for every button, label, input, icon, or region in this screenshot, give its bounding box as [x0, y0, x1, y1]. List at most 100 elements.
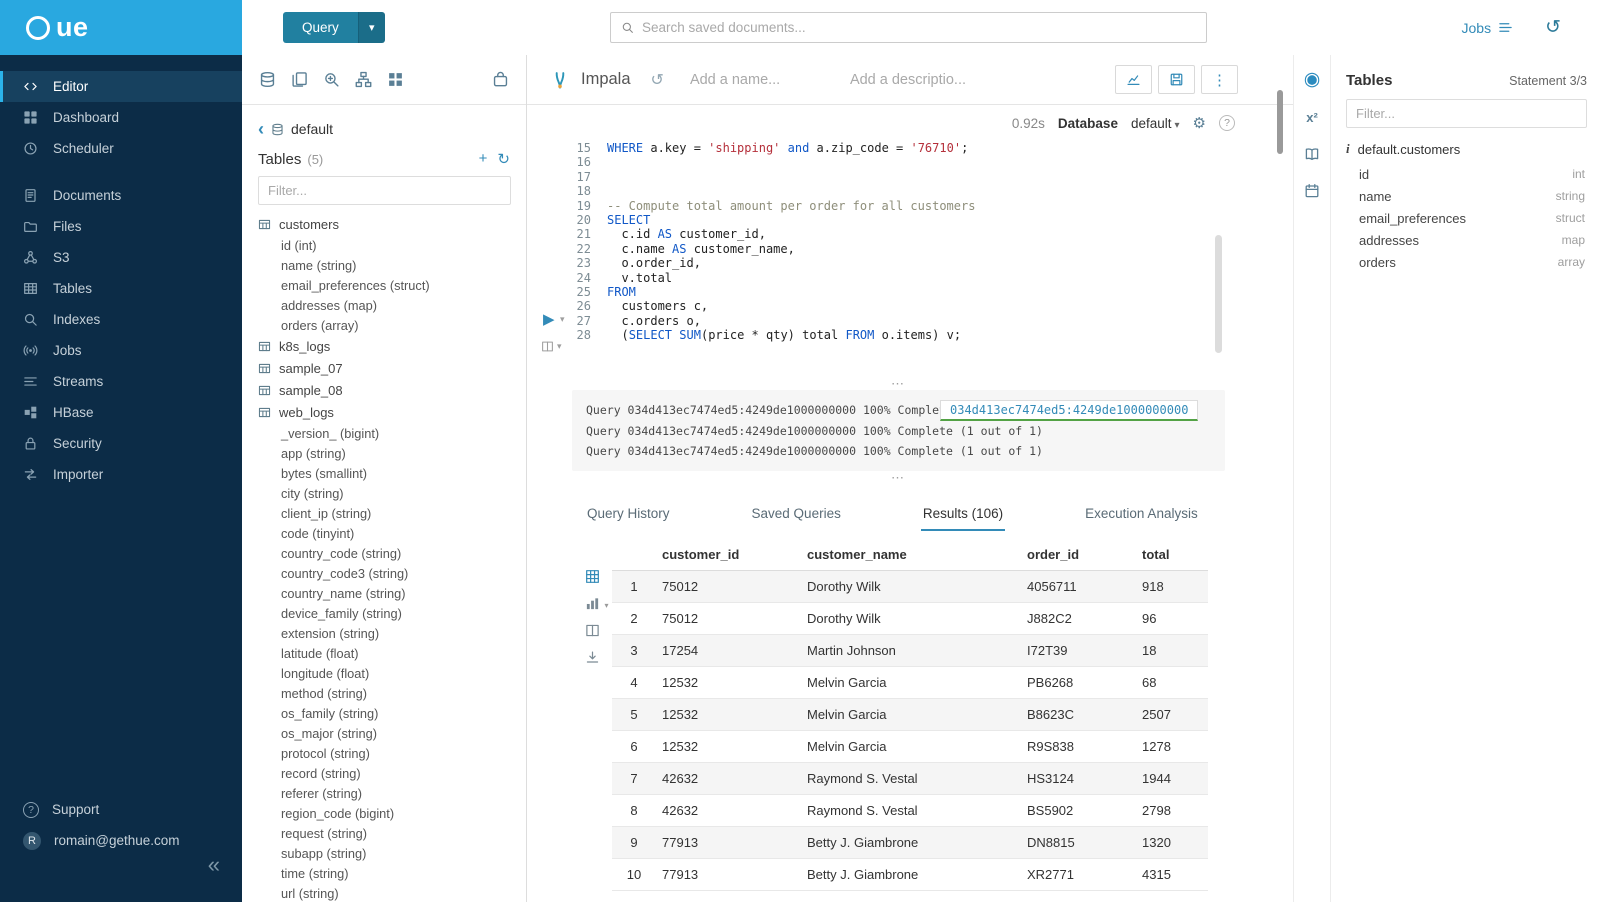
sidebar-item-editor[interactable]: Editor [0, 71, 242, 102]
chart-button[interactable] [1115, 65, 1152, 94]
column-header-total[interactable]: total [1136, 539, 1208, 571]
assist-column-orders[interactable]: ordersarray [1332, 251, 1601, 273]
resize-handle-top[interactable]: ⋯ [572, 377, 1225, 390]
tree-table-sample-08[interactable]: sample_08 [242, 379, 526, 401]
tree-column[interactable]: request (string) [242, 823, 526, 843]
tree-column[interactable]: extension (string) [242, 623, 526, 643]
result-row[interactable]: 1077913Betty J. GiambroneXR27714315 [612, 859, 1208, 891]
code-editor[interactable]: ▶ ▾ ▾ 1516171819202122232425262728 WHERE… [527, 135, 1293, 377]
tab-execution-analysis[interactable]: Execution Analysis [1083, 498, 1200, 531]
assist-column-id[interactable]: idint [1332, 163, 1601, 185]
result-row[interactable]: 742632Raymond S. VestalHS31241944 [612, 763, 1208, 795]
execute-dropdown-caret[interactable]: ▾ [560, 314, 565, 325]
result-row[interactable]: 412532Melvin GarciaPB626868 [612, 667, 1208, 699]
tree-column[interactable]: region_code (bigint) [242, 803, 526, 823]
collapse-sidebar-button[interactable]: « [208, 854, 220, 876]
tree-table-sample-07[interactable]: sample_07 [242, 357, 526, 379]
tables-filter-input[interactable] [258, 176, 511, 205]
bag-icon[interactable] [492, 71, 509, 88]
database-selector[interactable]: default▾ [1131, 116, 1180, 131]
query-button-label[interactable]: Query [283, 12, 358, 43]
snippet-settings-icon[interactable]: ▾ [541, 340, 562, 353]
assist-column-addresses[interactable]: addressesmap [1332, 229, 1601, 251]
tree-column[interactable]: protocol (string) [242, 743, 526, 763]
tree-table-web-logs[interactable]: web_logs [242, 401, 526, 423]
column-header-customer-name[interactable]: customer_name [801, 539, 1021, 571]
apps-grid-icon[interactable] [387, 71, 404, 88]
sidebar-item-documents[interactable]: Documents [0, 180, 242, 211]
sidebar-item-support[interactable]: ? Support [0, 794, 242, 825]
grid-view-icon[interactable] [585, 569, 600, 584]
tree-column[interactable]: referer (string) [242, 783, 526, 803]
tree-column[interactable]: os_family (string) [242, 703, 526, 723]
tree-column[interactable]: subapp (string) [242, 843, 526, 863]
result-row[interactable]: 175012Dorothy Wilk4056711918 [612, 571, 1208, 603]
tree-column[interactable]: addresses (map) [242, 295, 526, 315]
result-row[interactable]: 612532Melvin GarciaR9S8381278 [612, 731, 1208, 763]
sidebar-item-jobs[interactable]: Jobs [0, 335, 242, 366]
query-id-selection[interactable]: 034d413ec7474ed5:4249de1000000000 [940, 400, 1198, 421]
download-results-icon[interactable] [585, 650, 600, 665]
tree-column[interactable]: bytes (smallint) [242, 463, 526, 483]
panel-scrollbar[interactable] [1277, 90, 1283, 154]
tree-column[interactable]: longitude (float) [242, 663, 526, 683]
editor-scrollbar[interactable] [1215, 235, 1222, 353]
query-dropdown-caret[interactable]: ▾ [358, 12, 385, 43]
snippet-history-icon[interactable]: ↺ [651, 70, 664, 90]
add-table-button[interactable]: + [479, 150, 488, 168]
functions-icon[interactable]: x² [1306, 110, 1318, 125]
sidebar-item-scheduler[interactable]: Scheduler [0, 133, 242, 164]
hue-logo[interactable]: ue [0, 0, 242, 55]
search-input[interactable] [642, 20, 1196, 35]
tree-column[interactable]: device_family (string) [242, 603, 526, 623]
tree-column[interactable]: client_ip (string) [242, 503, 526, 523]
sidebar-item-importer[interactable]: Importer [0, 459, 242, 490]
tree-table-customers[interactable]: customers [242, 213, 526, 235]
tree-column[interactable]: time (string) [242, 863, 526, 883]
sidebar-item-security[interactable]: Security [0, 428, 242, 459]
language-reference-icon[interactable] [1304, 146, 1320, 162]
jobs-link[interactable]: Jobs [1462, 20, 1514, 36]
sitemap-icon[interactable] [355, 71, 372, 88]
sidebar-item-hbase[interactable]: HBase [0, 397, 242, 428]
sidebar-item-streams[interactable]: Streams [0, 366, 242, 397]
search-plus-icon[interactable] [323, 71, 340, 88]
tree-column[interactable]: _version_ (bigint) [242, 423, 526, 443]
result-row[interactable]: 977913Betty J. GiambroneDN88151320 [612, 827, 1208, 859]
tree-table-k8s-logs[interactable]: k8s_logs [242, 335, 526, 357]
execute-button[interactable]: ▶ [543, 312, 555, 327]
result-row[interactable]: 275012Dorothy WilkJ882C296 [612, 603, 1208, 635]
query-description-input[interactable] [850, 72, 1030, 88]
query-name-input[interactable] [690, 72, 850, 88]
more-actions-button[interactable]: ⋮ [1201, 65, 1238, 94]
tree-column[interactable]: os_major (string) [242, 723, 526, 743]
sidebar-item-indexes[interactable]: Indexes [0, 304, 242, 335]
chevron-left-icon[interactable]: ‹ [258, 120, 264, 138]
breadcrumb[interactable]: ‹ default [242, 105, 526, 140]
assist-column-email-preferences[interactable]: email_preferencesstruct [1332, 207, 1601, 229]
chart-view-icon[interactable]: ▾ [585, 596, 600, 611]
schedule-icon[interactable] [1304, 183, 1320, 199]
tree-column[interactable]: record (string) [242, 763, 526, 783]
result-row[interactable]: 317254Martin JohnsonI72T3918 [612, 635, 1208, 667]
query-history-icon[interactable]: ↺ [1545, 16, 1561, 39]
tab-results-106[interactable]: Results (106) [921, 498, 1005, 531]
tree-column[interactable]: method (string) [242, 683, 526, 703]
column-header-customer-id[interactable]: customer_id [656, 539, 801, 571]
tab-saved-queries[interactable]: Saved Queries [750, 498, 843, 531]
tree-column[interactable]: email_preferences (struct) [242, 275, 526, 295]
new-query-button[interactable]: Query ▾ [283, 12, 385, 43]
tab-query-history[interactable]: Query History [585, 498, 672, 531]
resize-handle-bottom[interactable]: ⋯ [572, 471, 1225, 484]
tree-column[interactable]: country_code (string) [242, 543, 526, 563]
result-row[interactable]: 512532Melvin GarciaB8623C2507 [612, 699, 1208, 731]
sidebar-item-tables[interactable]: Tables [0, 273, 242, 304]
assist-toggle-icon[interactable]: ◉ [1304, 70, 1321, 89]
sidebar-item-s3[interactable]: S3 [0, 242, 242, 273]
sidebar-item-user[interactable]: R romain@gethue.com [0, 825, 242, 856]
sidebar-item-dashboard[interactable]: Dashboard [0, 102, 242, 133]
global-search[interactable] [610, 12, 1207, 43]
columns-view-icon[interactable] [585, 623, 600, 638]
result-row[interactable]: 842632Raymond S. VestalBS59022798 [612, 795, 1208, 827]
databases-icon[interactable] [259, 71, 276, 88]
